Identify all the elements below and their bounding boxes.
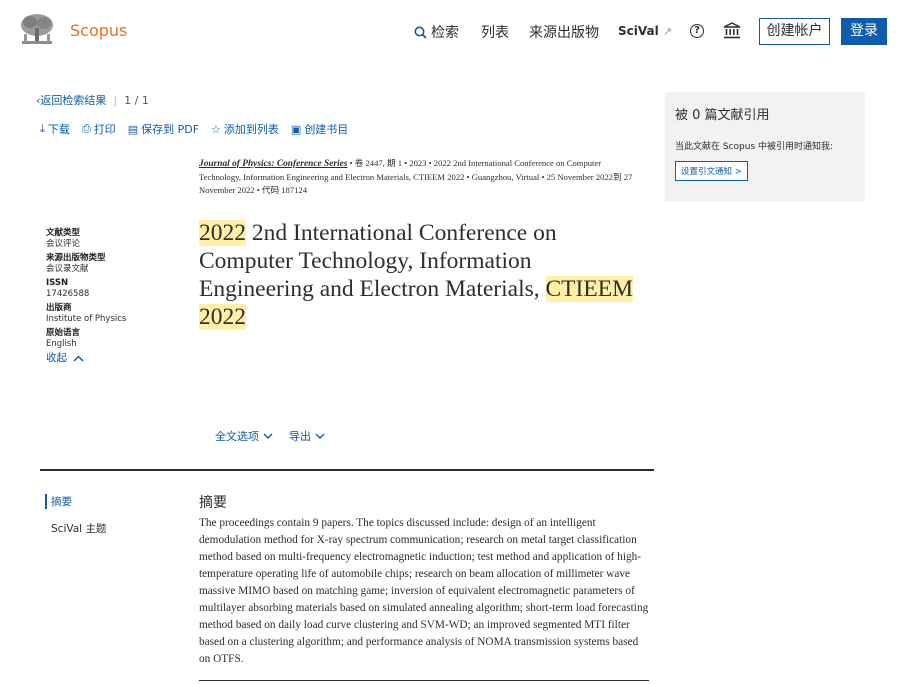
collapse-label: 收起 [46, 352, 67, 364]
breadcrumb: ‹ 返回检索结果 | 1 / 1 [36, 92, 149, 108]
set-citation-alert-button[interactable]: 设置引文通知 > [675, 161, 748, 181]
scopus-logo-text[interactable]: Scopus [70, 21, 127, 40]
star-icon: ☆ [211, 122, 221, 136]
back-to-results-link[interactable]: 返回检索结果 [40, 92, 106, 108]
external-link-icon: ↗ [662, 25, 673, 38]
cited-by-panel: 被 0 篇文献引用 当此文献在 Scopus 中被引用时通知我: 设置引文通知 … [665, 92, 865, 202]
fulltext-options-dropdown[interactable]: 全文选项 [215, 428, 273, 444]
add-to-list-label: 添加到列表 [223, 123, 279, 136]
document-actions: ⤓ 下载 ⎙ 打印 ▤ 保存到 PDF ☆ 添加到列表 ▣ 创建书目 [40, 121, 348, 137]
chevron-up-icon [73, 355, 84, 362]
title-highlight-acronym: CTIEEM [545, 276, 633, 302]
citation-alert-text: 当此文献在 Scopus 中被引用时通知我: [675, 142, 834, 152]
create-bibliography-label: 创建书目 [304, 123, 349, 136]
language-label: 原始语言 [46, 328, 81, 338]
section-divider [40, 469, 654, 471]
create-bibliography-button[interactable]: ▣ 创建书目 [291, 121, 348, 137]
source-type-label: 来源出版物类型 [46, 253, 106, 263]
print-icon: ⎙ [81, 122, 91, 135]
cited-by-count: 被 0 篇文献引用 [675, 108, 770, 123]
chevron-down-icon [315, 433, 325, 439]
download-button[interactable]: ⤓ 下载 [40, 121, 70, 137]
language-value: English [46, 339, 77, 349]
source-type-value: 会议录文献 [46, 264, 89, 274]
nav-search-label: 检索 [431, 25, 459, 41]
print-button[interactable]: ⎙ 打印 [82, 121, 116, 137]
search-icon [414, 26, 427, 39]
bibliography-icon: ▣ [290, 122, 302, 136]
journal-link[interactable]: Journal of Physics: Conference Series [199, 159, 347, 169]
abstract-bottom-divider [199, 680, 649, 681]
nav-scival-label: SciVal [618, 24, 659, 38]
print-label: 打印 [93, 123, 116, 136]
issn-label: ISSN [46, 278, 69, 288]
save-pdf-icon: ▤ [127, 122, 139, 136]
abstract-text: The proceedings contain 9 papers. The to… [199, 517, 649, 665]
document-metadata: 文献类型 会议评论 来源出版物类型 会议录文献 ISSN 17426588 出版… [46, 228, 186, 364]
nav-scival[interactable]: SciVal ↗ [618, 24, 672, 38]
chevron-down-icon [263, 433, 273, 439]
breadcrumb-divider: | [113, 93, 118, 107]
login-button[interactable]: 登录 [841, 18, 887, 45]
download-label: 下载 [47, 123, 70, 136]
doc-type-value: 会议评论 [46, 239, 81, 249]
title-text: 2nd International Conference on Computer… [199, 220, 557, 302]
elsevier-tree-logo-icon[interactable] [18, 12, 56, 48]
fulltext-options-label: 全文选项 [215, 430, 259, 443]
nav-sources[interactable]: 来源出版物 [529, 22, 599, 42]
nav-lists[interactable]: 列表 [481, 22, 509, 42]
fulltext-export-row: 全文选项 导出 [215, 428, 325, 444]
result-pager: 1 / 1 [124, 93, 149, 107]
save-pdf-button[interactable]: ▤ 保存到 PDF [128, 121, 199, 137]
export-label: 导出 [289, 430, 311, 443]
create-account-button[interactable]: 创建帐户 [759, 18, 830, 45]
export-dropdown[interactable]: 导出 [289, 428, 325, 444]
top-header: Scopus 检索 列表 来源出版物 SciVal ↗ ? 创建帐户 登录 [0, 0, 903, 62]
title-highlight-year-2: 2022 [199, 304, 246, 330]
save-pdf-label: 保存到 PDF [141, 123, 200, 136]
download-icon: ⤓ [40, 122, 45, 135]
collapse-metadata-button[interactable]: 收起 [46, 353, 186, 364]
institution-icon[interactable] [723, 22, 741, 39]
section-nav-abstract[interactable]: 摘要 [45, 494, 106, 509]
title-highlight-year: 2022 [199, 220, 246, 246]
publisher-label: 出版商 [46, 303, 72, 313]
help-icon[interactable]: ? [690, 24, 704, 38]
source-citation: Journal of Physics: Conference Series • … [199, 157, 644, 197]
publisher-value: Institute of Physics [46, 314, 127, 324]
issn-value: 17426588 [46, 289, 90, 299]
abstract-heading: 摘要 [199, 495, 227, 511]
section-nav-scival-topics[interactable]: SciVal 主题 [45, 521, 106, 536]
section-nav: 摘要 SciVal 主题 [45, 494, 106, 536]
document-title: 2022 2nd International Conference on Com… [199, 219, 649, 331]
doc-type-label: 文献类型 [46, 228, 81, 238]
add-to-list-button[interactable]: ☆ 添加到列表 [211, 121, 279, 137]
nav-search[interactable]: 检索 [414, 22, 459, 42]
